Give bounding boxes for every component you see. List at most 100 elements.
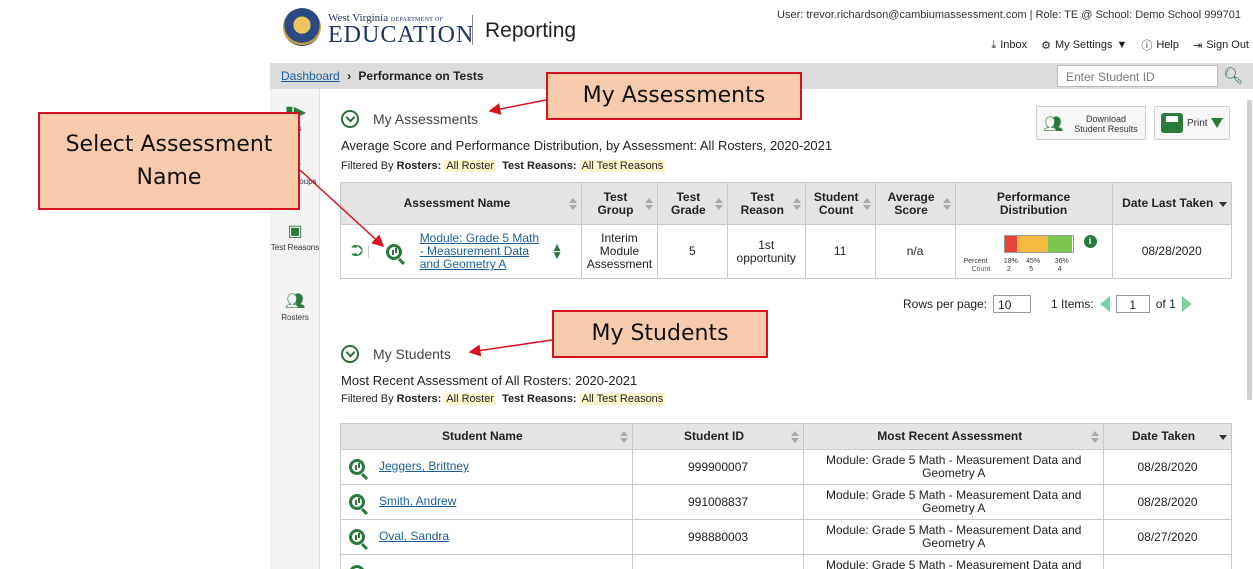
previous-page-icon[interactable] — [1099, 296, 1110, 312]
col-assessment-name[interactable]: Assessment Name — [340, 182, 582, 225]
sort-icon — [714, 197, 723, 210]
help-link[interactable]: ⓘ Help — [1141, 37, 1179, 53]
student-count-cell: 11 — [804, 224, 876, 279]
table-row: ⮊ Module: Grade 5 Math - Measurement Dat… — [340, 224, 1232, 279]
table-header-row: Student Name Student ID Most Recent Asse… — [340, 423, 1232, 450]
table-header-row: Assessment Name Test Group Test Grade Te… — [340, 182, 1232, 225]
assessments-section-header[interactable]: My Assessments — [341, 110, 478, 128]
col-average-score[interactable]: Average Score — [874, 182, 956, 225]
sidenav-item-test-reasons[interactable]: ▣ Test Reasons — [270, 223, 320, 252]
sort-toggle-icon[interactable]: ▲ ▼ — [551, 241, 563, 261]
sidenav-item-rosters[interactable]: 👥︎ Rosters — [270, 293, 320, 322]
assessments-table: Assessment Name Test Group Test Grade Te… — [340, 182, 1232, 279]
inbox-link[interactable]: ⤓ Inbox — [991, 39, 1027, 52]
distribution-segment — [1004, 236, 1017, 252]
settings-label: My Settings — [1054, 39, 1113, 51]
student-id-cell — [631, 554, 805, 569]
student-id-cell: 991008837 — [631, 484, 805, 520]
assessments-title: My Assessments — [373, 111, 479, 127]
sidenav-label: Rosters — [281, 313, 309, 322]
col-test-group[interactable]: Test Group — [580, 182, 658, 225]
col-test-grade[interactable]: Test Grade — [656, 182, 728, 225]
sidenav-label: Test Reasons — [270, 243, 320, 252]
page-number-input[interactable]: 1 — [1115, 295, 1150, 313]
col-date-taken[interactable]: Date Taken — [1103, 423, 1232, 450]
download-users-icon: 👥︎ — [1043, 116, 1064, 133]
rosters-label: Rosters: — [396, 160, 442, 172]
student-name-link[interactable]: Jeggers, Brittney — [379, 459, 469, 473]
collapse-chevron-icon[interactable] — [341, 110, 359, 128]
table-row: Module: Grade 5 Math - Measurement Data … — [340, 554, 1232, 569]
col-date-last-taken[interactable]: Date Last Taken — [1111, 182, 1232, 225]
view-student-icon[interactable] — [349, 459, 365, 475]
students-filter-line: Filtered By Rosters: All Roster Test Rea… — [341, 393, 666, 405]
assessment-cell: Module: Grade 5 Math - Measurement Data … — [803, 449, 1105, 485]
student-name-link[interactable]: Oval, Sandra — [379, 529, 449, 543]
student-id-cell: 999900007 — [631, 449, 805, 485]
col-label: Assessment Name — [403, 196, 511, 210]
assessment-cell: Module: Grade 5 Math - Measurement Data … — [803, 554, 1105, 569]
student-name-link[interactable]: Smith, Andrew — [379, 494, 456, 508]
col-student-name[interactable]: Student Name — [340, 423, 633, 450]
level-count: 2 — [1006, 266, 1011, 273]
col-student-count[interactable]: Student Count — [804, 182, 876, 225]
col-student-id[interactable]: Student ID — [631, 423, 805, 450]
sort-icon — [619, 430, 628, 443]
table-row: Smith, Andrew 991008837 Module: Grade 5 … — [340, 484, 1232, 520]
settings-menu[interactable]: ⚙ My Settings ▼ — [1041, 39, 1127, 52]
breadcrumb-dashboard-link[interactable]: Dashboard — [281, 69, 340, 83]
app-title: Reporting — [485, 19, 577, 42]
assessment-name-link[interactable]: Module: Grade 5 Math - Measurement Data … — [420, 232, 540, 271]
collapse-chevron-icon[interactable] — [341, 345, 359, 363]
arrow-my-students — [468, 339, 553, 357]
test-reasons-icon: ▣ — [287, 223, 303, 240]
help-label: Help — [1156, 39, 1179, 51]
assessments-subtitle: Average Score and Performance Distributi… — [341, 138, 833, 153]
vertical-scrollbar[interactable] — [1247, 100, 1252, 400]
performance-distribution-chart[interactable]: i Percent Count 18% 2 45% 5 36% 4 — [960, 231, 1108, 273]
student-name-cell: Smith, Andrew — [340, 484, 633, 520]
col-label: Test Reason — [740, 189, 784, 217]
rosters-icon: 👥︎ — [285, 293, 306, 310]
callout-select-assessment: Select Assessment Name — [38, 112, 300, 210]
sort-icon — [942, 197, 951, 210]
view-details-icon[interactable] — [386, 243, 403, 260]
col-label: Student Count — [813, 189, 859, 217]
students-section-header[interactable]: My Students — [341, 345, 451, 363]
callout-my-students: My Students — [552, 310, 768, 358]
table-row: Oval, Sandra 998880003 Module: Grade 5 M… — [340, 519, 1232, 555]
breadcrumb-current: Performance on Tests — [358, 69, 484, 83]
drill-in-icon[interactable]: ⮊ — [351, 244, 369, 260]
student-id-input[interactable]: Enter Student ID — [1057, 65, 1218, 87]
col-label: Average Score — [887, 189, 935, 217]
info-icon[interactable]: i — [1083, 235, 1097, 248]
rows-per-page-label: Rows per page: — [903, 297, 988, 311]
download-student-results-button[interactable]: 👥︎ Download Student Results — [1036, 106, 1146, 140]
col-performance-distribution: Performance Distribution — [954, 182, 1113, 225]
caret-down-icon — [1211, 118, 1223, 128]
view-student-icon[interactable] — [349, 529, 365, 545]
col-test-reason[interactable]: Test Reason — [726, 182, 806, 225]
assessment-cell: Module: Grade 5 Math - Measurement Data … — [803, 519, 1105, 555]
next-page-icon[interactable] — [1181, 296, 1192, 312]
col-most-recent-assessment[interactable]: Most Recent Assessment — [803, 423, 1105, 450]
rows-per-page-input[interactable]: 10 — [993, 295, 1032, 313]
gear-icon: ⚙ — [1041, 39, 1051, 52]
page-root: { "header": { "logo_top": "West Virginia… — [0, 0, 1253, 569]
view-student-icon[interactable] — [349, 494, 365, 510]
search-icon[interactable]: 🔍︎ — [1223, 66, 1243, 86]
count-label: Count — [971, 266, 991, 273]
utility-bar: ⤓ Inbox ⚙ My Settings ▼ ⓘ Help ⇥ Sign Out — [991, 37, 1249, 53]
page-total-label: of 1 — [1155, 297, 1176, 311]
sort-icon — [862, 197, 871, 210]
col-label: Date Last Taken — [1122, 196, 1214, 210]
app-header: West Virginia DEPARTMENT OF EDUCATION Re… — [270, 0, 1253, 57]
breadcrumb-separator: › — [347, 69, 352, 83]
signout-icon: ⇥ — [1192, 39, 1203, 52]
performance-distribution-cell: i Percent Count 18% 2 45% 5 36% 4 — [954, 224, 1113, 279]
signout-link[interactable]: ⇥ Sign Out — [1193, 39, 1249, 52]
level-count: 5 — [1029, 266, 1034, 273]
print-button[interactable]: Print — [1154, 106, 1230, 140]
view-student-icon[interactable] — [349, 565, 365, 569]
distribution-segment — [1016, 236, 1048, 252]
